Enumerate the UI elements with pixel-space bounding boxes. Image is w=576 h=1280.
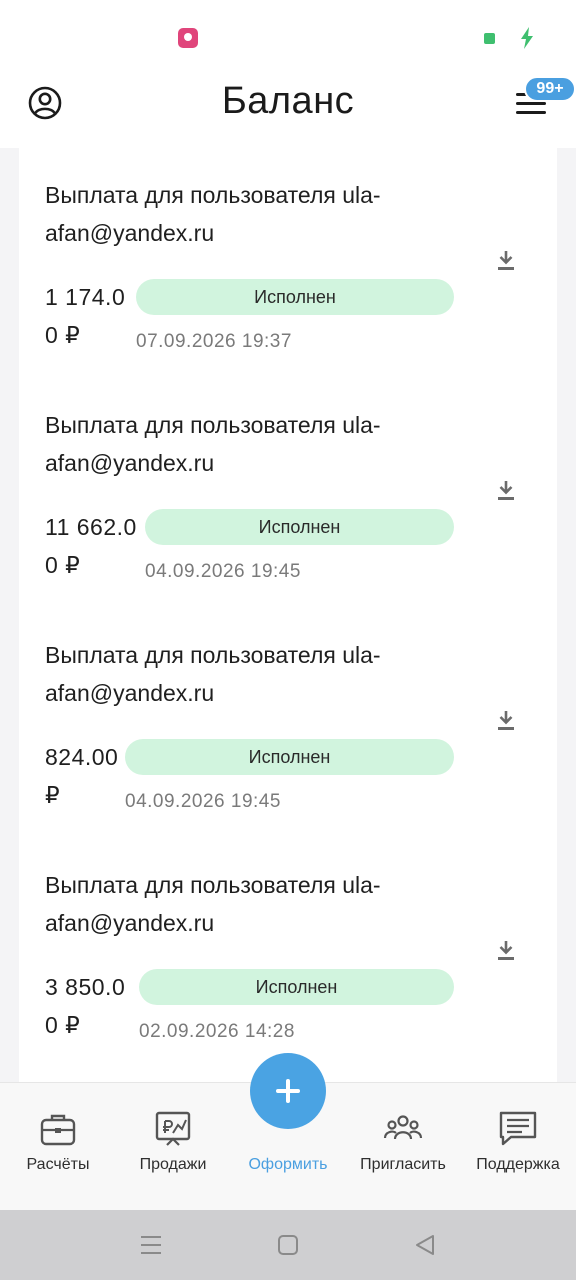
download-icon[interactable] [495,248,517,272]
payout-date: 07.09.2026 19:37 [136,331,292,352]
nav-item-support[interactable]: Поддержка [468,1083,568,1211]
payout-item: Выплата для пользователя ula-afan@yandex… [19,378,557,608]
sales-board-icon [155,1111,191,1146]
app-header: Баланс 99+ [0,76,576,148]
back-icon[interactable] [412,1232,438,1258]
chat-icon [499,1111,537,1146]
status-bar [0,0,576,76]
nav-item-invite[interactable]: Пригласить [352,1083,454,1211]
people-icon [383,1115,423,1140]
payout-date: 04.09.2026 19:45 [125,791,281,812]
nav-item-sales[interactable]: Продажи [124,1083,222,1211]
status-badge: Исполнен [145,509,454,545]
payout-item: Выплата для пользователя ula-afan@yandex… [19,608,557,838]
photo-app-icon [178,28,198,48]
payout-title: Выплата для пользователя ula-afan@yandex… [45,182,381,246]
download-icon[interactable] [495,708,517,732]
nav-item-payments[interactable]: Расчёты [10,1083,106,1211]
payout-amount: 824.00 ₽ [45,744,119,808]
system-navigation-bar [0,1210,576,1280]
charging-bolt-icon [521,27,533,49]
payout-item: Выплата для пользователя ula-afan@yandex… [19,838,557,1068]
payout-amount: 3 850.0 0 ₽ [45,974,126,1038]
page-title: Баланс [221,80,355,122]
status-badge: Исполнен [136,279,454,315]
nav-label: Продажи [139,1156,207,1173]
menu-icon[interactable] [138,1232,164,1258]
payout-title: Выплата для пользователя ula-afan@yandex… [45,872,381,936]
download-icon[interactable] [495,938,517,962]
payout-title: Выплата для пользователя ula-afan@yandex… [45,412,381,476]
download-icon[interactable] [495,478,517,502]
home-icon[interactable] [275,1232,301,1258]
payout-amount: 11 662.0 0 ₽ [45,514,137,578]
nav-label: Пригласить [360,1156,446,1173]
notification-badge: 99+ [524,76,576,102]
create-fab-button[interactable] [250,1053,326,1129]
nav-label: Поддержка [476,1156,560,1173]
payout-date: 02.09.2026 14:28 [139,1021,295,1042]
status-badge: Исполнен [139,969,454,1005]
briefcase-icon [40,1114,76,1146]
payout-item: Выплата для пользователя ula-afan@yandex… [19,148,557,378]
payout-title: Выплата для пользователя ula-afan@yandex… [45,642,381,706]
payout-amount: 1 174.0 0 ₽ [45,284,126,348]
nav-label: Расчёты [26,1156,90,1173]
payout-date: 04.09.2026 19:45 [145,561,301,582]
payout-list: Выплата для пользователя ula-afan@yandex… [19,148,557,1082]
green-dot-icon [484,33,495,44]
nav-label: Оформить [248,1156,328,1173]
status-badge: Исполнен [125,739,454,775]
